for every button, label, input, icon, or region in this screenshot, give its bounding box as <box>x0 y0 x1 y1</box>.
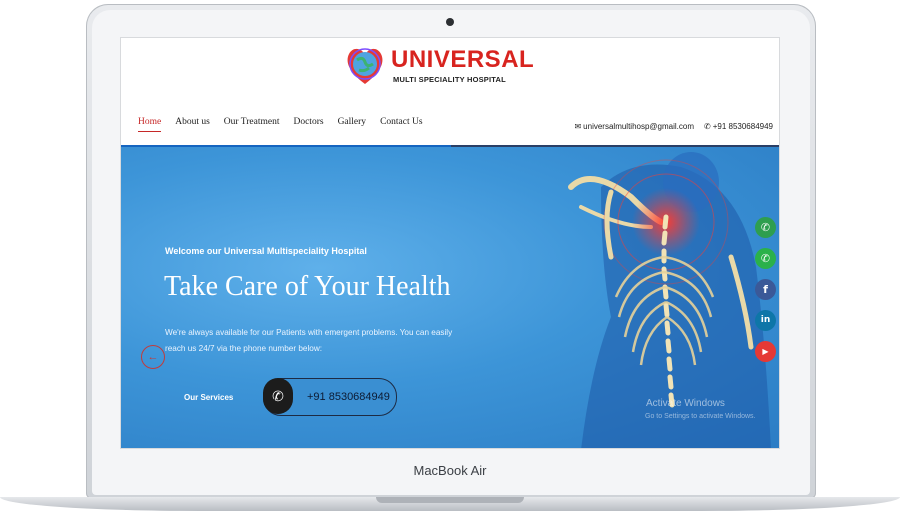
linkedin-icon[interactable]: in <box>755 310 776 331</box>
email-text: universalmultihosp@gmail.com <box>583 122 694 131</box>
phone-call-icon[interactable]: ✆ <box>263 378 293 414</box>
hero-headline: Take Care of Your Health <box>164 271 451 302</box>
slider-prev-arrow-icon[interactable]: ← <box>141 345 165 369</box>
phone-cta-number[interactable]: +91 8530684949 <box>307 391 390 403</box>
phone-icon: ✆ <box>704 122 711 131</box>
camera-dot <box>446 18 454 26</box>
site-logo[interactable]: UNIVERSAL MULTI SPECIALITY HOSPITAL <box>345 44 534 94</box>
nav-gallery[interactable]: Gallery <box>338 117 367 132</box>
main-nav: Home About us Our Treatment Doctors Gall… <box>138 117 423 132</box>
logo-title: UNIVERSAL <box>391 46 535 73</box>
nav-home[interactable]: Home <box>138 117 162 132</box>
logo-subtitle: MULTI SPECIALITY HOSPITAL <box>393 75 506 84</box>
social-sidebar: ✆ ✆ f in ▶ <box>755 217 776 372</box>
nav-our-treatment[interactable]: Our Treatment <box>224 117 280 132</box>
youtube-icon[interactable]: ▶ <box>755 341 776 362</box>
our-services-button[interactable]: Our Services <box>184 393 233 402</box>
whatsapp-icon[interactable]: ✆ <box>755 248 776 269</box>
header-email[interactable]: ✉ universalmultihosp@gmail.com <box>574 122 694 131</box>
phone-text: +91 8530684949 <box>712 122 773 131</box>
hero-welcome: Welcome our Universal Multispeciality Ho… <box>165 246 367 256</box>
facebook-icon[interactable]: f <box>755 279 776 300</box>
windows-watermark-subtitle: Go to Settings to activate Windows. <box>645 413 756 420</box>
nav-doctors[interactable]: Doctors <box>293 117 323 132</box>
hero-banner: Welcome our Universal Multispeciality Ho… <box>121 147 779 448</box>
header-contact: ✉ universalmultihosp@gmail.com ✆ +91 85306… <box>574 122 773 131</box>
laptop-notch <box>376 497 524 503</box>
nav-about-us[interactable]: About us <box>175 117 210 132</box>
nav-contact-us[interactable]: Contact Us <box>380 117 422 132</box>
envelope-icon: ✉ <box>574 122 582 131</box>
windows-watermark-title: Activate Windows <box>646 398 725 409</box>
hero-description: We're always available for our Patients … <box>165 328 453 353</box>
site-header: UNIVERSAL MULTI SPECIALITY HOSPITAL Home… <box>121 38 779 147</box>
phone-icon[interactable]: ✆ <box>755 217 776 238</box>
header-phone[interactable]: ✆ +91 8530684949 <box>704 122 773 131</box>
heart-globe-logo-icon <box>347 48 383 84</box>
laptop-brand-label: MacBook Air <box>413 463 487 478</box>
screen: UNIVERSAL MULTI SPECIALITY HOSPITAL Home… <box>120 37 780 449</box>
